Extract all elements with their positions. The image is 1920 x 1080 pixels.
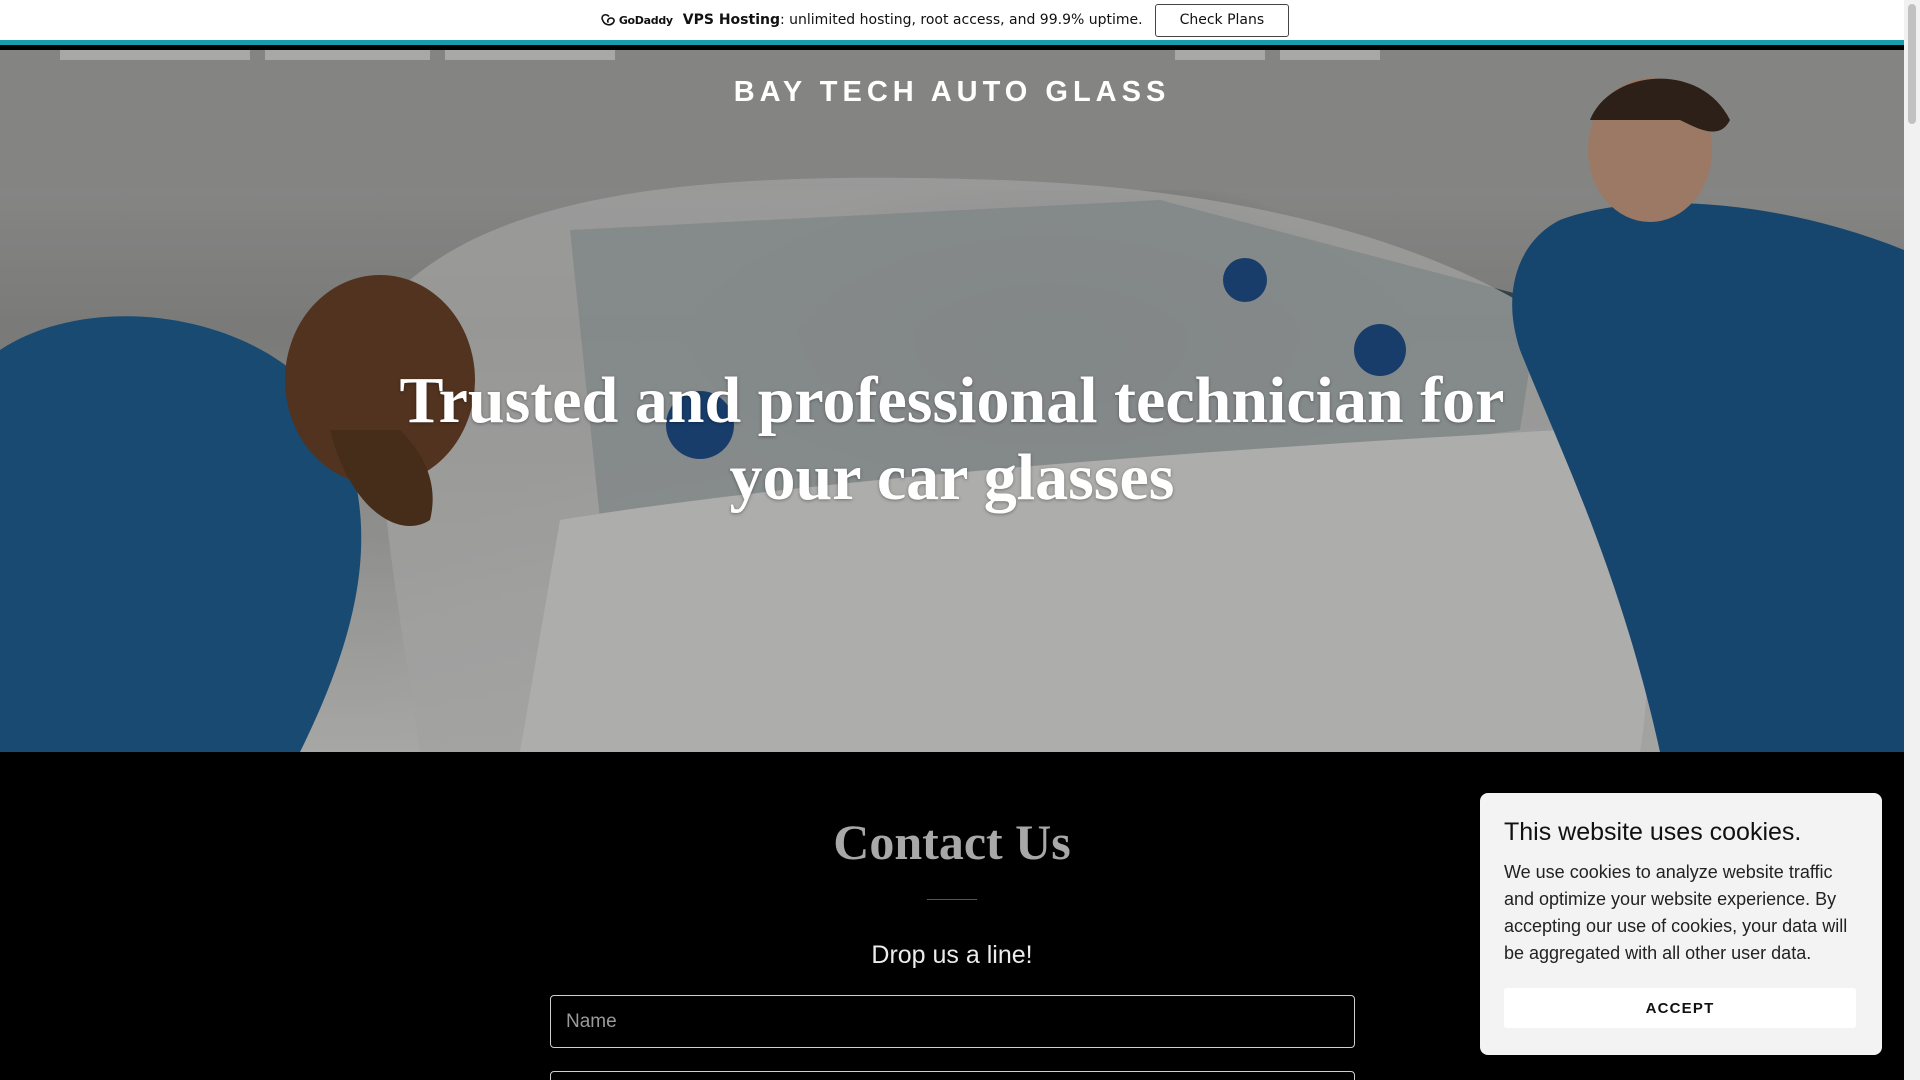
promo-content: GoDaddy VPS Hosting: unlimited hosting, … bbox=[601, 3, 1290, 37]
hero-section: BAY TECH AUTO GLASS Trusted and professi… bbox=[0, 50, 1904, 752]
promo-description: : unlimited hosting, root access, and 99… bbox=[779, 12, 1143, 28]
hero-headline: Trusted and professional technician for … bbox=[399, 364, 1505, 514]
promo-product: VPS Hosting bbox=[682, 12, 780, 28]
promo-bar: GoDaddy VPS Hosting: unlimited hosting, … bbox=[0, 0, 1904, 45]
cookie-body: We use cookies to analyze website traffi… bbox=[1504, 862, 1848, 963]
promo-text: VPS Hosting: unlimited hosting, root acc… bbox=[683, 12, 1143, 28]
section-divider bbox=[927, 899, 977, 900]
site-brand[interactable]: BAY TECH AUTO GLASS bbox=[0, 76, 1904, 109]
godaddy-logo-icon bbox=[601, 13, 615, 26]
cookie-title: This website uses cookies. bbox=[1504, 818, 1802, 846]
check-plans-button[interactable]: Check Plans bbox=[1154, 3, 1290, 37]
cookie-banner: This website uses cookies. We use cookie… bbox=[1480, 793, 1882, 1055]
godaddy-logo[interactable]: GoDaddy bbox=[601, 14, 673, 27]
page-scrollbar[interactable] bbox=[1904, 0, 1920, 1080]
scrollbar-thumb[interactable] bbox=[1908, 4, 1916, 124]
godaddy-logo-text: GoDaddy bbox=[618, 13, 673, 27]
email-input[interactable] bbox=[550, 1071, 1355, 1080]
accept-cookies-button[interactable]: ACCEPT bbox=[1504, 988, 1856, 1028]
name-input[interactable] bbox=[550, 995, 1355, 1048]
